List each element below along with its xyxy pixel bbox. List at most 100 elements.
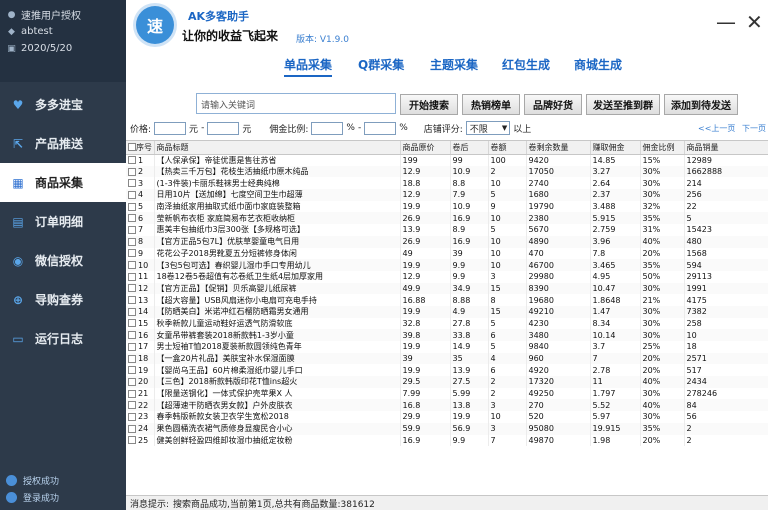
col-header-coupon[interactable]: 卷额 bbox=[488, 141, 527, 155]
table-row[interactable]: 4 日用10片【送加绵】七度空间卫生巾超薄 12.9 7.9 5 1680 2.37 30% 2… bbox=[126, 189, 768, 201]
table-row[interactable]: 10 【3包5包可选】春织婴儿湿巾手口专用幼儿 19.9 9.9 10 46700 3.46… bbox=[126, 259, 768, 271]
row-checkbox[interactable] bbox=[128, 214, 136, 223]
table-row[interactable]: 20 【三色】2018新款韩版印花T恤ins超火 29.5 27.5 2 17320 11 4… bbox=[126, 376, 768, 388]
tab-single[interactable]: 单品采集 bbox=[284, 56, 333, 77]
table-cell: 14.9 bbox=[450, 341, 489, 353]
row-index-cell: 20 bbox=[126, 376, 155, 388]
row-checkbox[interactable] bbox=[128, 366, 136, 375]
row-checkbox[interactable] bbox=[128, 225, 136, 234]
minimize-icon[interactable]: — bbox=[716, 10, 736, 34]
col-header-commission[interactable]: 赚取佣金 bbox=[590, 141, 641, 155]
table-row[interactable]: 23 春季韩版新款女装卫衣学生宽松2018 29.9 19.9 10 520 5.97 30%… bbox=[126, 411, 768, 423]
row-index-cell: 9 bbox=[126, 247, 155, 260]
table-row[interactable]: 8 【官方正品5包7L】优肤草婴童电气日用 26.9 16.9 10 4890 3.96 40… bbox=[126, 235, 768, 248]
table-cell: 278246 bbox=[684, 387, 768, 400]
table-row[interactable]: 19 【婴尚乌王品】60片棉柔湿纸巾婴儿手口 19.9 13.9 6 4920 2.78 20… bbox=[126, 364, 768, 377]
row-checkbox[interactable] bbox=[128, 389, 136, 398]
commission-min-input[interactable] bbox=[311, 121, 344, 135]
row-checkbox[interactable] bbox=[128, 261, 136, 270]
sidebar-item-label: 导购查券 bbox=[35, 293, 84, 307]
col-header-index[interactable]: 序号 bbox=[126, 141, 155, 155]
table-row[interactable]: 7 惠美丰包抽纸巾3层300张【多规格可选】 13.9 8.9 5 5670 2.759 31… bbox=[126, 224, 768, 236]
score-select[interactable]: 不限 ▼ bbox=[465, 121, 511, 135]
row-checkbox[interactable] bbox=[128, 156, 136, 165]
col-header-title[interactable]: 商品标题 bbox=[154, 141, 401, 155]
table-row[interactable]: 12 【官方正品】【促销】贝乐高婴儿纸尿裤 49.9 34.9 15 8390 10.47 3… bbox=[126, 282, 768, 295]
tab-mall[interactable]: 商城生成 bbox=[574, 56, 622, 73]
table-row[interactable]: 16 女童吊带裤套装2018新款韩1-3岁小童 39.8 33.8 6 3480 10.14… bbox=[126, 329, 768, 341]
commission-dash: - bbox=[357, 123, 362, 133]
close-icon[interactable]: ✕ bbox=[746, 10, 763, 34]
row-checkbox[interactable] bbox=[128, 436, 136, 445]
row-index: 9 bbox=[138, 248, 144, 258]
prev-page-link[interactable]: <<上一页 bbox=[698, 123, 735, 134]
table-row[interactable]: 3 (1-3件装)卡丽乐鞋袜男士经典纯棉 18.8 8.8 10 2740 2.64 30% 2… bbox=[126, 177, 768, 190]
tab-theme[interactable]: 主题采集 bbox=[430, 56, 478, 73]
search-input[interactable]: 请输入关键词 bbox=[196, 93, 396, 114]
sidebar-item-wechat[interactable]: ◉ 微信授权 bbox=[0, 241, 126, 280]
table-row[interactable]: 21 【限量送钢化】一体式保护壳苹果X 人 7.99 5.99 2 49250 1.797 3… bbox=[126, 387, 768, 400]
table-row[interactable]: 2 【热卖三千万包】花枝生活抽纸巾原木纯品 12.9 10.9 2 17050 3.27 30… bbox=[126, 165, 768, 178]
commission-max-input[interactable] bbox=[364, 121, 397, 135]
start-search-button[interactable]: 开始搜索 bbox=[400, 94, 458, 115]
row-checkbox[interactable] bbox=[128, 424, 136, 433]
sidebar-item-log[interactable]: ▭ 运行日志 bbox=[0, 319, 126, 358]
row-checkbox[interactable] bbox=[128, 284, 136, 293]
col-header-sales[interactable]: 商品销量 bbox=[684, 141, 768, 155]
row-checkbox[interactable] bbox=[128, 237, 136, 246]
sidebar-item-duoduo[interactable]: ♥ 多多进宝 bbox=[0, 85, 126, 124]
price-max-input[interactable] bbox=[207, 121, 240, 135]
sidebar-item-push[interactable]: ⇱ 产品推送 bbox=[0, 124, 126, 163]
table-cell: 25% bbox=[640, 341, 685, 353]
row-checkbox[interactable] bbox=[128, 307, 136, 316]
col-header-coupon-remaining[interactable]: 卷剩余数量 bbox=[526, 141, 591, 155]
row-checkbox[interactable] bbox=[128, 401, 136, 410]
table-row[interactable]: 1 【人保承保】帝徒优惠是售往苏省 199 99 100 9420 14.85 15% 1298… bbox=[126, 154, 768, 166]
table-row[interactable]: 9 花花公子2018男靴夏五分短裤修身体闲 49 39 10 470 7.8 20% 1568 bbox=[126, 247, 768, 260]
table-row[interactable]: 14 【防晒美白】米诺冲红石榴防晒霜男女通用 19.9 4.9 15 49210 1.47 3… bbox=[126, 305, 768, 318]
table-cell: 19.9 bbox=[400, 341, 451, 353]
row-checkbox[interactable] bbox=[128, 202, 136, 211]
table-row[interactable]: 25 健美创鲜轻盈四维卸妆湿巾抽纸定妆粉 16.9 9.9 7 49870 1.98 20% 2 bbox=[126, 434, 768, 447]
table-cell: 8390 bbox=[526, 282, 591, 295]
table-row[interactable]: 24 果色圆桶洗衣裙气质修身显瘦民合小心 59.9 56.9 3 95080 19.915 3… bbox=[126, 422, 768, 435]
row-checkbox[interactable] bbox=[128, 190, 136, 199]
table-row[interactable]: 18 【一盒20片礼品】美肤宝补水保湿面膜 39 35 4 960 7 20% 2571 bbox=[126, 352, 768, 365]
row-checkbox[interactable] bbox=[128, 249, 136, 258]
row-checkbox[interactable] bbox=[128, 319, 136, 328]
table-row[interactable]: 5 南泽抽纸家用抽取式纸巾面巾家庭装整箱 19.9 10.9 9 19790 3.488 32… bbox=[126, 200, 768, 213]
next-page-link[interactable]: 下一页 bbox=[742, 123, 766, 134]
row-checkbox[interactable] bbox=[128, 179, 136, 188]
hot-list-button[interactable]: 热销榜单 bbox=[462, 94, 520, 115]
table-row[interactable]: 17 男士短袖T恤2018夏装新款圆领纯色青年 19.9 14.9 5 9840 3.7 25… bbox=[126, 341, 768, 353]
row-checkbox[interactable] bbox=[128, 296, 136, 305]
table-row[interactable]: 13 【超大容量】USB风扇迷你小电扇可充电手持 16.88 8.88 8 19680 1.… bbox=[126, 294, 768, 306]
row-checkbox[interactable] bbox=[128, 377, 136, 386]
table-cell: 29.9 bbox=[400, 411, 451, 423]
tab-qgroup[interactable]: Q群采集 bbox=[358, 56, 404, 73]
table-cell: 8.8 bbox=[450, 177, 489, 190]
table-row[interactable]: 6 莹新帆布衣柜 家庭简易布艺衣柜收纳柜 26.9 16.9 10 2380 5.915 35… bbox=[126, 212, 768, 225]
table-row[interactable]: 22 【超薄速干防晒衣男女款】户外皮肤衣 16.8 13.8 3 270 5.52 40% 84 bbox=[126, 399, 768, 412]
row-checkbox[interactable] bbox=[128, 167, 136, 176]
table-cell: 11 bbox=[590, 376, 641, 388]
table-row[interactable]: 15 秋季新款儿童运动鞋好运透气防滑软底 32.8 27.8 5 4230 8.34 30% 2… bbox=[126, 317, 768, 330]
row-checkbox[interactable] bbox=[128, 354, 136, 363]
price-min-input[interactable] bbox=[154, 121, 187, 135]
tab-redpacket[interactable]: 红包生成 bbox=[502, 56, 550, 73]
sidebar-item-orders[interactable]: ▤ 订单明细 bbox=[0, 202, 126, 241]
row-checkbox[interactable] bbox=[128, 331, 136, 340]
table-row[interactable]: 11 18卷12卷5卷超值有芯卷纸卫生纸4层加厚家用 12.9 9.9 3 29980 4.… bbox=[126, 270, 768, 283]
row-checkbox[interactable] bbox=[128, 272, 136, 281]
select-all-checkbox[interactable] bbox=[128, 143, 136, 152]
row-checkbox[interactable] bbox=[128, 342, 136, 351]
col-header-price[interactable]: 商品原价 bbox=[400, 141, 451, 155]
sidebar-item-guide[interactable]: ⊕ 导购查券 bbox=[0, 280, 126, 319]
sidebar-item-collect[interactable]: ▦ 商品采集 bbox=[0, 163, 126, 202]
send-to-group-button[interactable]: 发送至推到群 bbox=[586, 94, 660, 115]
col-header-after-coupon[interactable]: 卷后 bbox=[450, 141, 489, 155]
add-to-pending-button[interactable]: 添加到待发送 bbox=[664, 94, 738, 115]
col-header-commission-rate[interactable]: 佣金比例 bbox=[640, 141, 685, 155]
brand-goods-button[interactable]: 品牌好货 bbox=[524, 94, 582, 115]
row-checkbox[interactable] bbox=[128, 412, 136, 421]
